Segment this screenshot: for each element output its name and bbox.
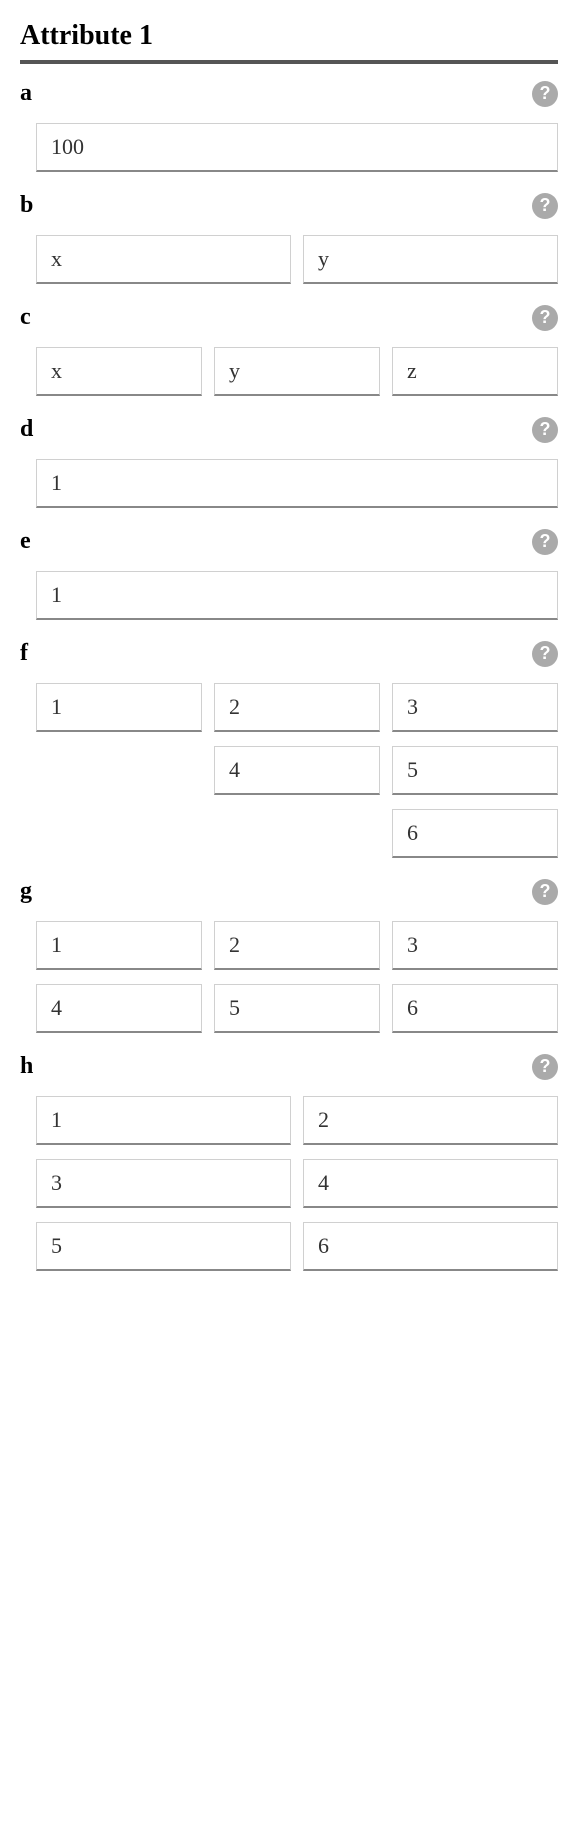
field-header: h ? — [20, 1053, 558, 1080]
input-area — [20, 347, 558, 396]
field-d: d ? — [20, 416, 558, 508]
input-b-1[interactable] — [303, 235, 558, 284]
input-area — [20, 571, 558, 620]
field-b: b ? — [20, 192, 558, 284]
field-e: e ? — [20, 528, 558, 620]
section-title: Attribute 1 — [20, 20, 558, 64]
help-icon[interactable]: ? — [532, 641, 558, 667]
help-icon[interactable]: ? — [532, 879, 558, 905]
field-header: b ? — [20, 192, 558, 219]
field-label-b: b — [20, 192, 33, 219]
input-g-0-1[interactable] — [214, 921, 380, 970]
input-d[interactable] — [36, 459, 558, 508]
help-icon[interactable]: ? — [532, 417, 558, 443]
input-a[interactable] — [36, 123, 558, 172]
input-area — [20, 123, 558, 172]
field-label-c: c — [20, 304, 31, 331]
input-h-1-1[interactable] — [303, 1159, 558, 1208]
input-c-2[interactable] — [392, 347, 558, 396]
field-label-h: h — [20, 1053, 33, 1080]
input-f-0-1[interactable] — [214, 683, 380, 732]
field-a: a ? — [20, 80, 558, 172]
field-header: c ? — [20, 304, 558, 331]
field-label-g: g — [20, 878, 32, 905]
help-icon[interactable]: ? — [532, 81, 558, 107]
input-g-1-2[interactable] — [392, 984, 558, 1033]
field-label-e: e — [20, 528, 31, 555]
input-area — [20, 1096, 558, 1271]
input-f-2-2[interactable] — [392, 809, 558, 858]
field-header: f ? — [20, 640, 558, 667]
help-icon[interactable]: ? — [532, 193, 558, 219]
input-area — [20, 459, 558, 508]
help-icon[interactable]: ? — [532, 1054, 558, 1080]
field-label-d: d — [20, 416, 33, 443]
help-icon[interactable]: ? — [532, 529, 558, 555]
input-e[interactable] — [36, 571, 558, 620]
input-area — [20, 235, 558, 284]
input-f-1-1[interactable] — [214, 746, 380, 795]
field-g: g ? — [20, 878, 558, 1033]
input-g-1-0[interactable] — [36, 984, 202, 1033]
field-header: e ? — [20, 528, 558, 555]
field-h: h ? — [20, 1053, 558, 1271]
input-h-2-1[interactable] — [303, 1222, 558, 1271]
field-c: c ? — [20, 304, 558, 396]
input-b-0[interactable] — [36, 235, 291, 284]
input-g-0-2[interactable] — [392, 921, 558, 970]
field-label-a: a — [20, 80, 32, 107]
input-g-1-1[interactable] — [214, 984, 380, 1033]
input-f-0-0[interactable] — [36, 683, 202, 732]
field-header: d ? — [20, 416, 558, 443]
field-header: a ? — [20, 80, 558, 107]
help-icon[interactable]: ? — [532, 305, 558, 331]
input-h-2-0[interactable] — [36, 1222, 291, 1271]
input-f-1-2[interactable] — [392, 746, 558, 795]
input-c-0[interactable] — [36, 347, 202, 396]
input-area — [20, 921, 558, 1033]
input-area — [20, 683, 558, 858]
field-f: f ? — [20, 640, 558, 858]
field-header: g ? — [20, 878, 558, 905]
input-h-0-0[interactable] — [36, 1096, 291, 1145]
attribute-section: Attribute 1 a ? b ? c ? — [0, 0, 578, 1271]
field-label-f: f — [20, 640, 28, 667]
input-c-1[interactable] — [214, 347, 380, 396]
input-h-0-1[interactable] — [303, 1096, 558, 1145]
input-f-0-2[interactable] — [392, 683, 558, 732]
input-g-0-0[interactable] — [36, 921, 202, 970]
input-h-1-0[interactable] — [36, 1159, 291, 1208]
